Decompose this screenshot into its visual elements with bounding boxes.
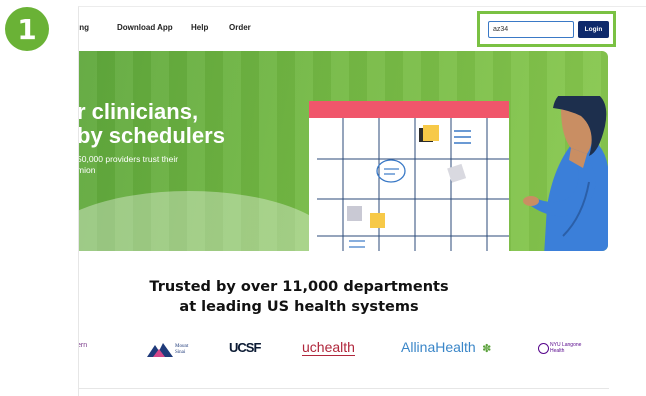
allina-health-leaf-icon: ✽ [482, 343, 492, 355]
login-code-input[interactable] [488, 21, 574, 38]
nav-item-help[interactable]: Help [191, 23, 208, 32]
hero-subtitle-line-2: mion [79, 165, 96, 175]
hero-title: r clinicians, by schedulers [79, 100, 225, 148]
mount-sinai-icon [147, 343, 173, 357]
step-number-badge: 1 [5, 7, 49, 51]
top-navigation: ing Download App Help Order Login [79, 7, 646, 51]
logo-partial: ern [78, 342, 88, 349]
trusted-heading-line-2: at leading US health systems [179, 299, 419, 315]
partner-logos-row: ern Mount Sinai UCSF uchealth AllinaHeal… [79, 337, 646, 367]
logo-ucsf: UCSF [229, 340, 261, 355]
trusted-heading: Trusted by over 11,000 departments at le… [79, 277, 519, 317]
nyu-line-2: Health [550, 348, 565, 354]
mount-sinai-line-2: Sinai [175, 350, 186, 355]
hero-subtitle-line-1: 50,000 providers trust their [79, 154, 179, 164]
nav-item-order[interactable]: Order [229, 23, 251, 32]
nyu-torch-icon [538, 343, 549, 354]
section-divider [79, 388, 609, 389]
hero-title-line-2: by schedulers [79, 123, 225, 148]
logo-allina-health: AllinaHealth ✽ [401, 339, 491, 357]
trusted-heading-line-1: Trusted by over 11,000 departments [149, 279, 449, 295]
allina-health-wordmark: AllinaHealth [401, 339, 476, 355]
login-button[interactable]: Login [578, 21, 609, 38]
sticky-note-yellow-1 [423, 125, 439, 141]
hero-subtitle: 50,000 providers trust their mion [79, 154, 178, 176]
login-form: Login [477, 11, 616, 47]
nav-item-pricing[interactable]: ing [79, 23, 89, 32]
hero-banner: r clinicians, by schedulers 50,000 provi… [79, 51, 608, 251]
sticky-note-yellow-2 [370, 213, 385, 228]
nav-item-download-app[interactable]: Download App [117, 23, 173, 32]
browser-page: ing Download App Help Order Login r clin… [78, 6, 646, 396]
person-illustration [523, 96, 608, 251]
person-hand [523, 196, 539, 206]
sticky-note-lilac [347, 206, 362, 221]
hero-title-line-1: r clinicians, [79, 99, 199, 124]
logo-uchealth: uchealth [302, 339, 355, 356]
